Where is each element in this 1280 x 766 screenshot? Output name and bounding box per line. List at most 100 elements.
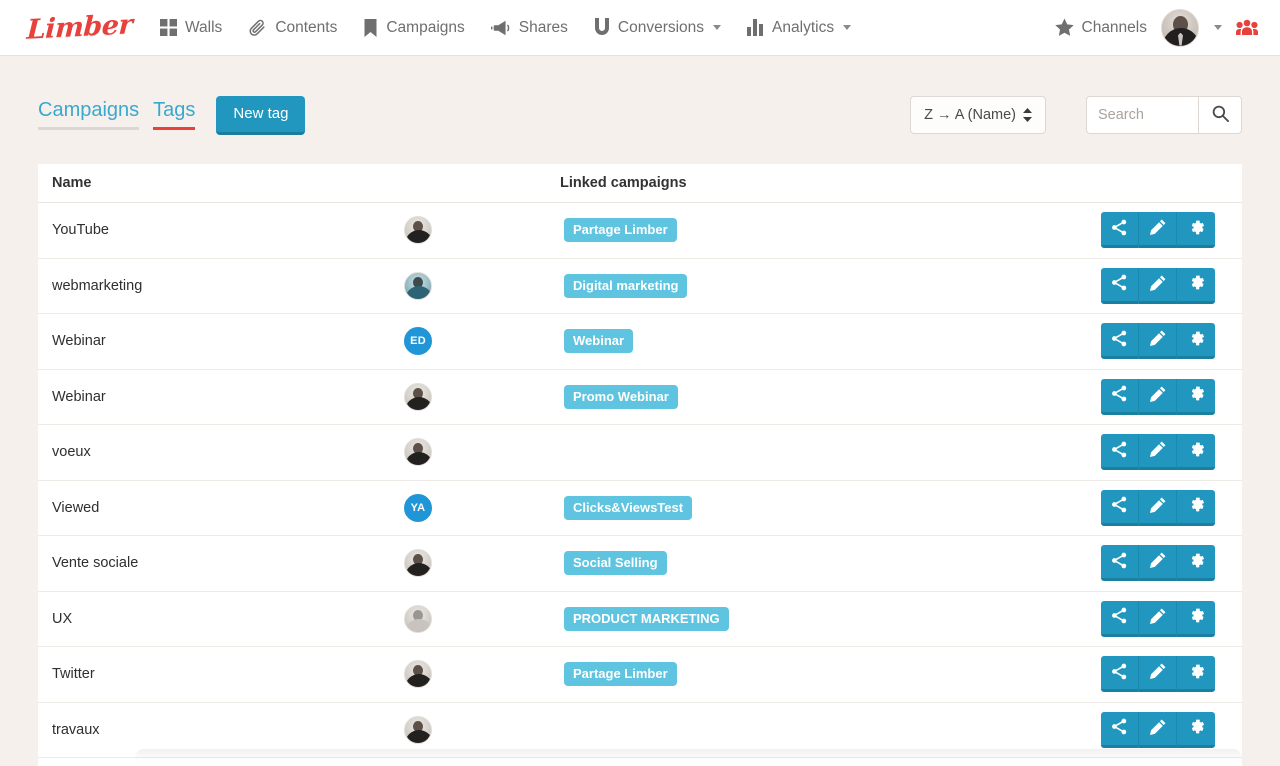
brand-logo[interactable]: Limber: [0, 9, 160, 45]
owner-avatar-cell: [404, 715, 560, 744]
owner-avatar-cell: [404, 271, 560, 300]
edit-button[interactable]: [1139, 656, 1177, 693]
action-button-group: [1101, 378, 1215, 415]
account-chevron-down-icon[interactable]: [1214, 25, 1222, 30]
edit-button[interactable]: [1139, 489, 1177, 526]
campaign-badge[interactable]: Webinar: [564, 329, 634, 354]
action-button-group: [1101, 267, 1215, 304]
campaign-badge[interactable]: Digital marketing: [564, 273, 688, 298]
edit-button[interactable]: [1139, 212, 1177, 249]
settings-button[interactable]: [1177, 212, 1215, 249]
tab-tags[interactable]: Tags: [153, 100, 196, 130]
tag-name: Webinar: [52, 388, 106, 405]
settings-button[interactable]: [1177, 378, 1215, 415]
share-button[interactable]: [1101, 212, 1139, 249]
edit-button[interactable]: [1139, 267, 1177, 304]
nav-item-shares[interactable]: Shares: [490, 20, 568, 36]
share-button[interactable]: [1101, 378, 1139, 415]
edit-button[interactable]: [1139, 545, 1177, 582]
settings-button[interactable]: [1177, 323, 1215, 360]
campaign-badge[interactable]: Partage Limber: [564, 218, 677, 243]
share-button[interactable]: [1101, 711, 1139, 748]
share-button[interactable]: [1101, 489, 1139, 526]
table-row: webmarketing Digital marketing: [38, 259, 1242, 314]
horizontal-scrollbar[interactable]: [135, 749, 1242, 766]
owner-initials-avatar[interactable]: ED: [404, 327, 432, 356]
nav-label-walls: Walls: [185, 18, 223, 36]
tag-name: Vente sociale: [52, 555, 139, 572]
owner-avatar-cell: YA: [404, 493, 560, 522]
edit-button[interactable]: [1139, 600, 1177, 637]
share-button[interactable]: [1101, 656, 1139, 693]
nav-item-contents[interactable]: Contents: [248, 18, 337, 37]
campaign-badge[interactable]: Promo Webinar: [564, 384, 678, 409]
owner-photo-avatar[interactable]: [404, 382, 432, 411]
nav-item-channels[interactable]: Channels: [1054, 18, 1147, 37]
settings-button[interactable]: [1177, 600, 1215, 637]
nav-item-campaigns[interactable]: Campaigns: [363, 18, 465, 37]
row-actions: [1101, 323, 1215, 360]
owner-photo-avatar[interactable]: [404, 604, 432, 633]
action-button-group: [1101, 711, 1215, 748]
nav-item-analytics[interactable]: Analytics: [747, 19, 852, 36]
table-row: YouTube Partage Limber: [38, 203, 1242, 259]
owner-avatar-cell: [404, 549, 560, 578]
up-down-arrows-icon: [1023, 108, 1032, 122]
campaign-badge[interactable]: Partage Limber: [564, 662, 677, 687]
search-button[interactable]: [1198, 96, 1242, 134]
gear-icon: [1188, 552, 1205, 572]
share-button[interactable]: [1101, 267, 1139, 304]
owner-avatar-cell: [404, 382, 560, 411]
settings-button[interactable]: [1177, 434, 1215, 471]
action-button-group: [1101, 600, 1215, 637]
action-button-group: [1101, 323, 1215, 360]
settings-button[interactable]: [1177, 545, 1215, 582]
share-button[interactable]: [1101, 545, 1139, 582]
sort-select[interactable]: Z → A (Name): [910, 96, 1046, 134]
owner-photo-avatar[interactable]: [404, 216, 432, 245]
nav-item-conversions[interactable]: Conversions: [594, 18, 722, 37]
row-actions: [1101, 434, 1215, 471]
sort-select-value: Z → A (Name): [924, 107, 1016, 123]
share-button[interactable]: [1101, 323, 1139, 360]
edit-button[interactable]: [1139, 711, 1177, 748]
share-icon: [1111, 552, 1128, 572]
new-tag-button[interactable]: New tag: [216, 95, 306, 135]
pencil-icon: [1149, 552, 1166, 571]
owner-initials-avatar[interactable]: YA: [404, 493, 432, 522]
owner-photo-avatar[interactable]: [404, 715, 432, 744]
campaign-badge[interactable]: PRODUCT MARKETING: [564, 606, 729, 631]
table-row: Vente sociale Social Selling: [38, 536, 1242, 592]
settings-button[interactable]: [1177, 489, 1215, 526]
avatar-tie: [1178, 32, 1183, 46]
share-icon: [1111, 607, 1128, 627]
gear-icon: [1188, 330, 1205, 350]
campaign-badge[interactable]: Clicks&ViewsTest: [564, 495, 693, 520]
row-actions: [1101, 267, 1215, 304]
owner-photo-avatar[interactable]: [404, 549, 432, 578]
edit-button[interactable]: [1139, 323, 1177, 360]
pencil-icon: [1149, 663, 1166, 682]
table-row: Webinar ED Webinar: [38, 314, 1242, 370]
owner-photo-avatar[interactable]: [404, 660, 432, 689]
edit-button[interactable]: [1139, 434, 1177, 471]
row-actions: [1101, 711, 1215, 748]
nav-item-walls[interactable]: Walls: [160, 19, 222, 36]
owner-photo-avatar[interactable]: [404, 271, 432, 300]
share-button[interactable]: [1101, 600, 1139, 637]
settings-button[interactable]: [1177, 711, 1215, 748]
row-actions: [1101, 378, 1215, 415]
edit-button[interactable]: [1139, 378, 1177, 415]
campaign-badge[interactable]: Social Selling: [564, 551, 667, 576]
owner-avatar-cell: [404, 660, 560, 689]
share-icon: [1111, 663, 1128, 683]
users-group-icon[interactable]: [1236, 19, 1258, 37]
share-button[interactable]: [1101, 434, 1139, 471]
tag-name: Viewed: [52, 499, 100, 516]
tab-campaigns[interactable]: Campaigns: [38, 100, 140, 130]
settings-button[interactable]: [1177, 267, 1215, 304]
search-input[interactable]: [1086, 96, 1198, 134]
avatar[interactable]: [1161, 8, 1199, 47]
settings-button[interactable]: [1177, 656, 1215, 693]
owner-photo-avatar[interactable]: [404, 438, 432, 467]
